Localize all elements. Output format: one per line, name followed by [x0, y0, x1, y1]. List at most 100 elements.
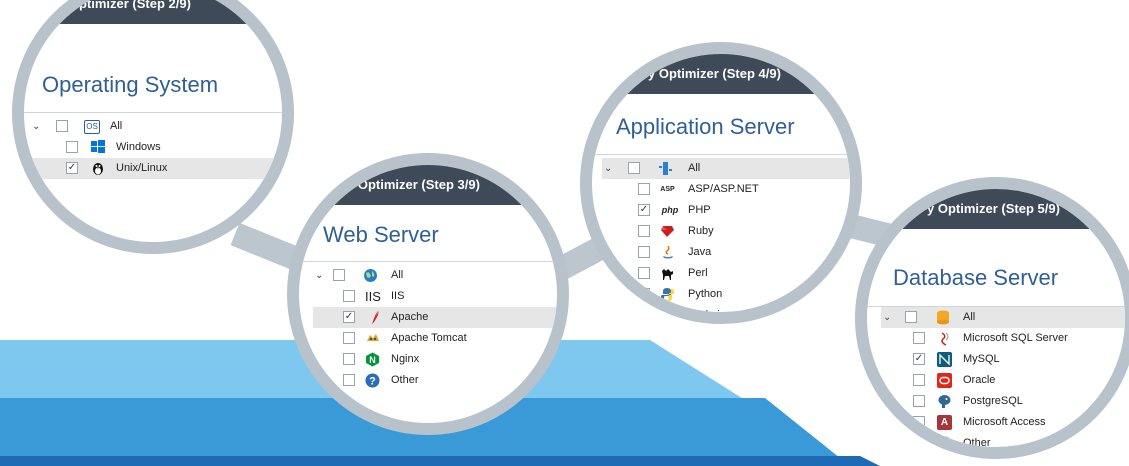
tree-item-label: All [688, 162, 701, 174]
tree-item-oracle[interactable]: Oracle [881, 370, 1125, 391]
checkbox[interactable] [638, 183, 650, 195]
checkbox[interactable] [56, 120, 68, 132]
linux-penguin-icon [90, 161, 105, 176]
svg-text:N: N [369, 355, 376, 365]
tree-item-label: Oracle [963, 374, 996, 386]
tree-item-php[interactable]: ✓ php PHP [602, 200, 850, 221]
tree-item-label: Unix/Linux [116, 162, 168, 174]
tree-item-java[interactable]: Java [602, 242, 850, 263]
tree-item-label: Other [391, 374, 419, 386]
iis-icon: IIS [365, 289, 381, 304]
svg-text:?: ? [369, 376, 376, 388]
checkbox[interactable] [628, 162, 640, 174]
checkbox[interactable] [66, 141, 78, 153]
checkbox[interactable] [333, 269, 345, 281]
checkbox[interactable] [343, 290, 355, 302]
expand-caret-icon[interactable]: ⌄ [315, 265, 327, 286]
checkbox[interactable] [343, 374, 355, 386]
app-lens: y Optimizer (Step 4/9) Application Serve… [580, 42, 862, 324]
apache-feather-icon [367, 310, 382, 325]
app-tree: ⌄ All ASP ASP/ASP.NET ✓ php PHP Ruby Jav… [602, 158, 850, 321]
tree-item-web-other[interactable]: ? Other [313, 370, 557, 391]
tree-item-label: Microsoft Access [963, 416, 1046, 428]
expand-caret-icon[interactable]: ⌄ [32, 116, 44, 137]
tree-item-apache[interactable]: ✓ Apache [313, 307, 557, 328]
tree-item-ruby[interactable]: Ruby [602, 221, 850, 242]
tree-item-label: All [963, 311, 976, 323]
tree-item-mssql[interactable]: Microsoft SQL Server [881, 328, 1125, 349]
tree-item-unix-linux[interactable]: ✓ Unix/Linux [30, 158, 282, 179]
expand-caret-icon[interactable]: ⌄ [604, 158, 616, 179]
os-tree: ⌄ OS All Windows ✓ Unix/Linux [30, 116, 282, 179]
app-divider [592, 154, 850, 155]
tree-item-os-all[interactable]: ⌄ OS All [30, 116, 282, 137]
checkbox[interactable] [638, 309, 650, 312]
checkbox[interactable] [913, 395, 925, 407]
db-tree: ⌄ All Microsoft SQL Server ✓ MySQL Oracl… [881, 307, 1125, 451]
oracle-icon [937, 373, 952, 388]
tree-item-label: Apache [391, 311, 429, 323]
checkbox[interactable]: ✓ [66, 162, 78, 174]
tree-item-label: Microsoft SQL Server [963, 332, 1068, 344]
tree-item-label: Other [963, 437, 991, 449]
checkbox[interactable] [905, 311, 917, 323]
os-section-title: Operating System [42, 72, 219, 97]
tree-item-iis[interactable]: IIS IIS [313, 286, 557, 307]
checkbox[interactable] [638, 225, 650, 237]
svg-text:?: ? [941, 439, 948, 451]
aspnet-icon: ASP [660, 186, 675, 193]
tree-item-windows[interactable]: Windows [30, 137, 282, 158]
checkbox[interactable] [638, 267, 650, 279]
expand-caret-icon[interactable]: ⌄ [883, 307, 895, 328]
tree-item-label: IIS [391, 290, 405, 302]
tree-item-apache-tomcat[interactable]: Apache Tomcat [313, 328, 557, 349]
tree-item-label: All [391, 269, 404, 281]
java-icon [660, 245, 675, 260]
mysql-icon [937, 352, 952, 367]
decorative-band-dark [0, 456, 880, 466]
os-lens: y Optimizer (Step 2/9) Operating System … [12, 0, 294, 254]
web-section-title: Web Server [323, 222, 439, 247]
tree-item-label: Apache Tomcat [391, 332, 467, 344]
tree-item-perl[interactable]: Perl [602, 263, 850, 284]
tree-item-label: All [110, 120, 123, 132]
web-tree: ⌄ All IIS IIS ✓ Apache Apache Tomcat N N… [313, 265, 557, 391]
perl-camel-icon [660, 266, 675, 281]
question-icon: ? [365, 373, 380, 388]
tree-item-label: PostgreSQL [963, 395, 1023, 407]
tree-item-label: Node.js [688, 309, 726, 321]
checkbox[interactable] [913, 332, 925, 344]
tree-item-label: PHP [688, 204, 711, 216]
checkbox[interactable] [343, 353, 355, 365]
tree-item-nodejs[interactable]: Node.js [602, 305, 850, 321]
python-icon [660, 287, 675, 302]
checkbox[interactable] [638, 288, 650, 300]
tree-item-python[interactable]: Python [602, 284, 850, 305]
checkbox[interactable] [638, 246, 650, 258]
checkbox[interactable]: ✓ [913, 353, 925, 365]
checkbox[interactable] [913, 437, 925, 447]
tree-item-label: Python [688, 288, 723, 300]
tree-item-mysql[interactable]: ✓ MySQL [881, 349, 1125, 370]
tree-item-db-other[interactable]: ? Other [881, 433, 1125, 451]
web-window-title: y Optimizer (Step 3/9) [299, 165, 557, 205]
checkbox[interactable] [343, 332, 355, 344]
tree-item-postgresql[interactable]: PostgreSQL [881, 391, 1125, 412]
checkbox[interactable]: ✓ [638, 204, 650, 216]
tree-item-ms-access[interactable]: A Microsoft Access [881, 412, 1125, 433]
tree-item-db-all[interactable]: ⌄ All [881, 307, 1125, 328]
tree-item-label: Windows [116, 141, 161, 153]
tree-item-app-all[interactable]: ⌄ All [602, 158, 850, 179]
database-icon [935, 310, 950, 325]
tree-item-web-all[interactable]: ⌄ All [313, 265, 557, 286]
app-section-title: Application Server [616, 114, 795, 139]
tree-item-nginx[interactable]: N Nginx [313, 349, 557, 370]
nginx-icon: N [365, 352, 380, 367]
os-window-title: y Optimizer (Step 2/9) [24, 0, 282, 24]
checkbox[interactable] [913, 374, 925, 386]
tree-item-aspnet[interactable]: ASP ASP/ASP.NET [602, 179, 850, 200]
checkbox[interactable] [913, 416, 925, 428]
os-box-icon: OS [84, 120, 100, 134]
app-server-icon [658, 161, 673, 176]
checkbox[interactable]: ✓ [343, 311, 355, 323]
